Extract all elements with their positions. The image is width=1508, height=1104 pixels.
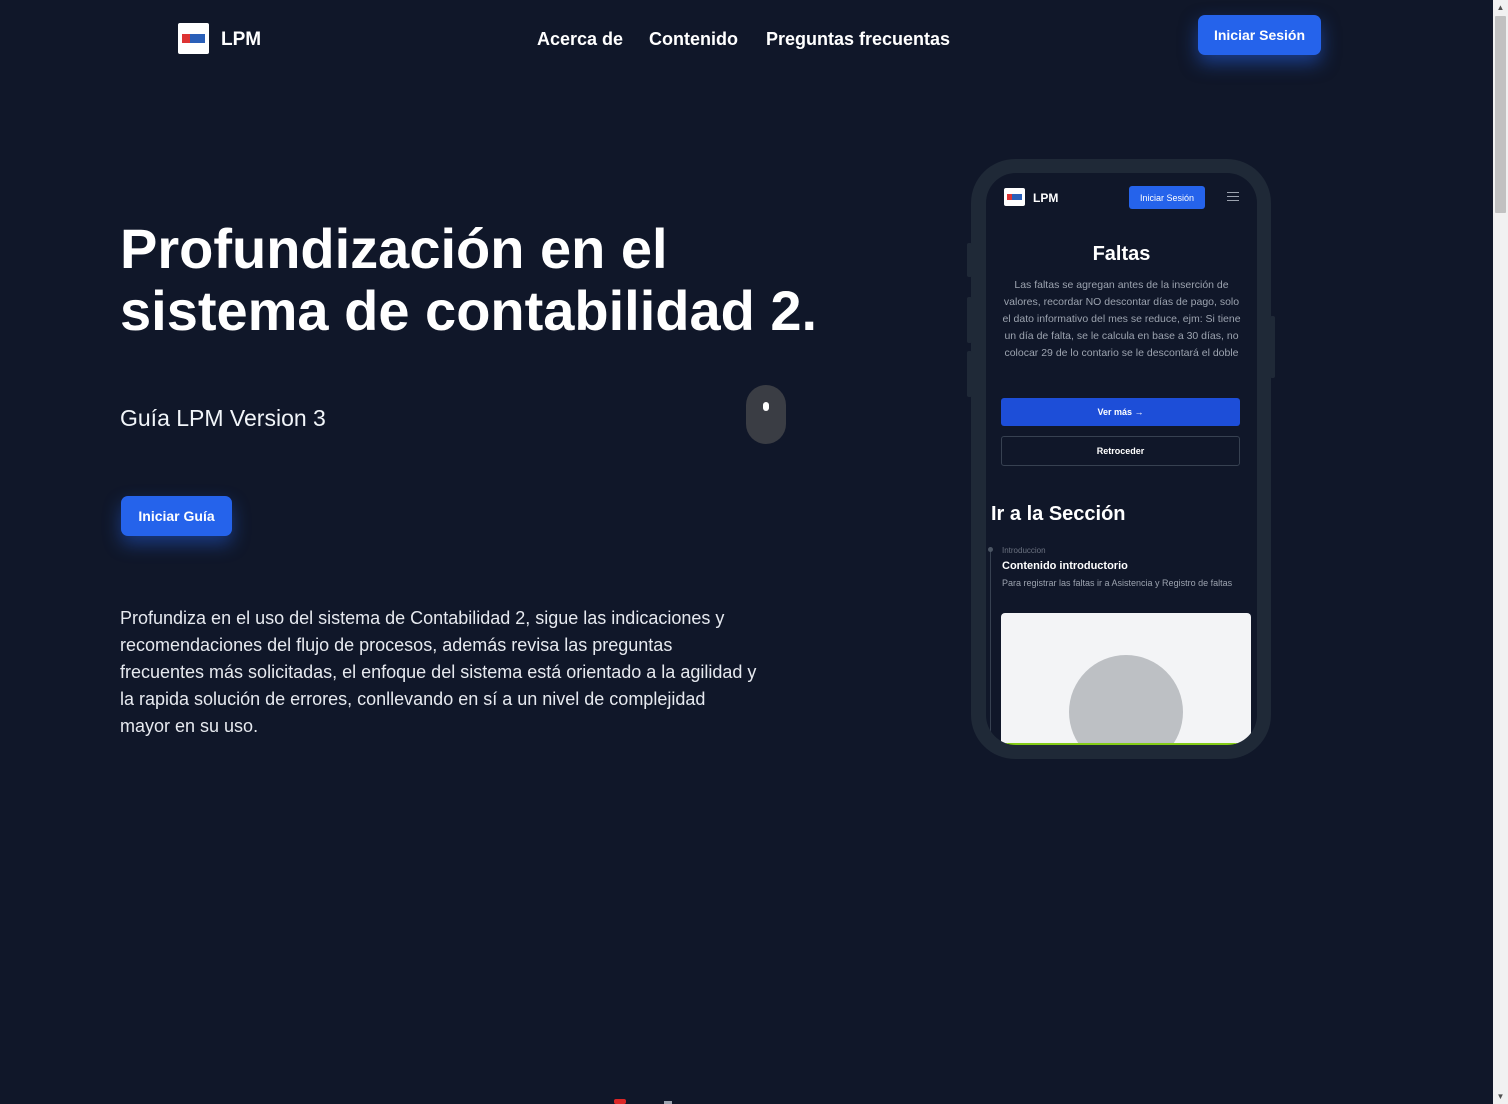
mouse-wheel bbox=[763, 402, 769, 411]
page-subtitle: Guía LPM Version 3 bbox=[120, 405, 326, 431]
phone-title: Faltas bbox=[1092, 243, 1151, 265]
phone-logo-mark bbox=[1007, 194, 1022, 200]
start-guide-button[interactable]: Iniciar Guía bbox=[121, 496, 232, 536]
login-button[interactable]: Iniciar Sesión bbox=[1198, 15, 1321, 55]
phone-brand[interactable]: LPM bbox=[1033, 191, 1058, 205]
timeline-line bbox=[990, 548, 991, 745]
mouse-scroll-icon bbox=[746, 385, 786, 444]
phone-login-button[interactable]: Iniciar Sesión bbox=[1129, 186, 1205, 209]
phone-screen: LPM Iniciar Sesión Faltas Las faltas se … bbox=[986, 173, 1257, 745]
brand-name[interactable]: LPM bbox=[221, 29, 261, 51]
phone-side-button bbox=[967, 297, 972, 343]
menu-icon[interactable] bbox=[1227, 192, 1239, 204]
partial-content-icon bbox=[614, 1099, 672, 1104]
ver-mas-button[interactable]: Ver más → bbox=[1001, 398, 1240, 426]
scroll-down-icon[interactable]: ▼ bbox=[1496, 1092, 1505, 1101]
phone-side-button bbox=[967, 243, 972, 277]
timeline-dot bbox=[988, 547, 993, 552]
nav-contenido[interactable]: Contenido bbox=[649, 29, 738, 50]
phone-side-button bbox=[967, 351, 972, 397]
phone-logo-icon[interactable] bbox=[1004, 188, 1025, 206]
page-title: Profundización en el sistema de contabil… bbox=[120, 217, 818, 342]
intro-category: Introduccion bbox=[1002, 546, 1046, 555]
phone-power-button bbox=[1270, 316, 1275, 378]
intro-title[interactable]: Contenido introductorio bbox=[1002, 560, 1128, 572]
intro-image-card bbox=[1001, 613, 1251, 745]
nav-acerca[interactable]: Acerca de bbox=[537, 29, 623, 50]
intro-description: Para registrar las faltas ir a Asistenci… bbox=[1002, 578, 1233, 588]
nav-preguntas[interactable]: Preguntas frecuentas bbox=[766, 29, 950, 50]
scroll-up-icon[interactable]: ▲ bbox=[1496, 3, 1505, 12]
section-title: Ir a la Sección bbox=[991, 503, 1126, 525]
scrollbar-thumb[interactable] bbox=[1495, 16, 1506, 213]
phone-text: Las faltas se agregan antes de la inserc… bbox=[1002, 279, 1241, 359]
image-placeholder-circle bbox=[1069, 655, 1183, 743]
retroceder-button[interactable]: Retroceder bbox=[1001, 436, 1240, 466]
logo-icon[interactable] bbox=[178, 23, 209, 54]
logo-mark bbox=[182, 34, 205, 43]
hero-description: Profundiza en el uso del sistema de Cont… bbox=[120, 608, 757, 736]
